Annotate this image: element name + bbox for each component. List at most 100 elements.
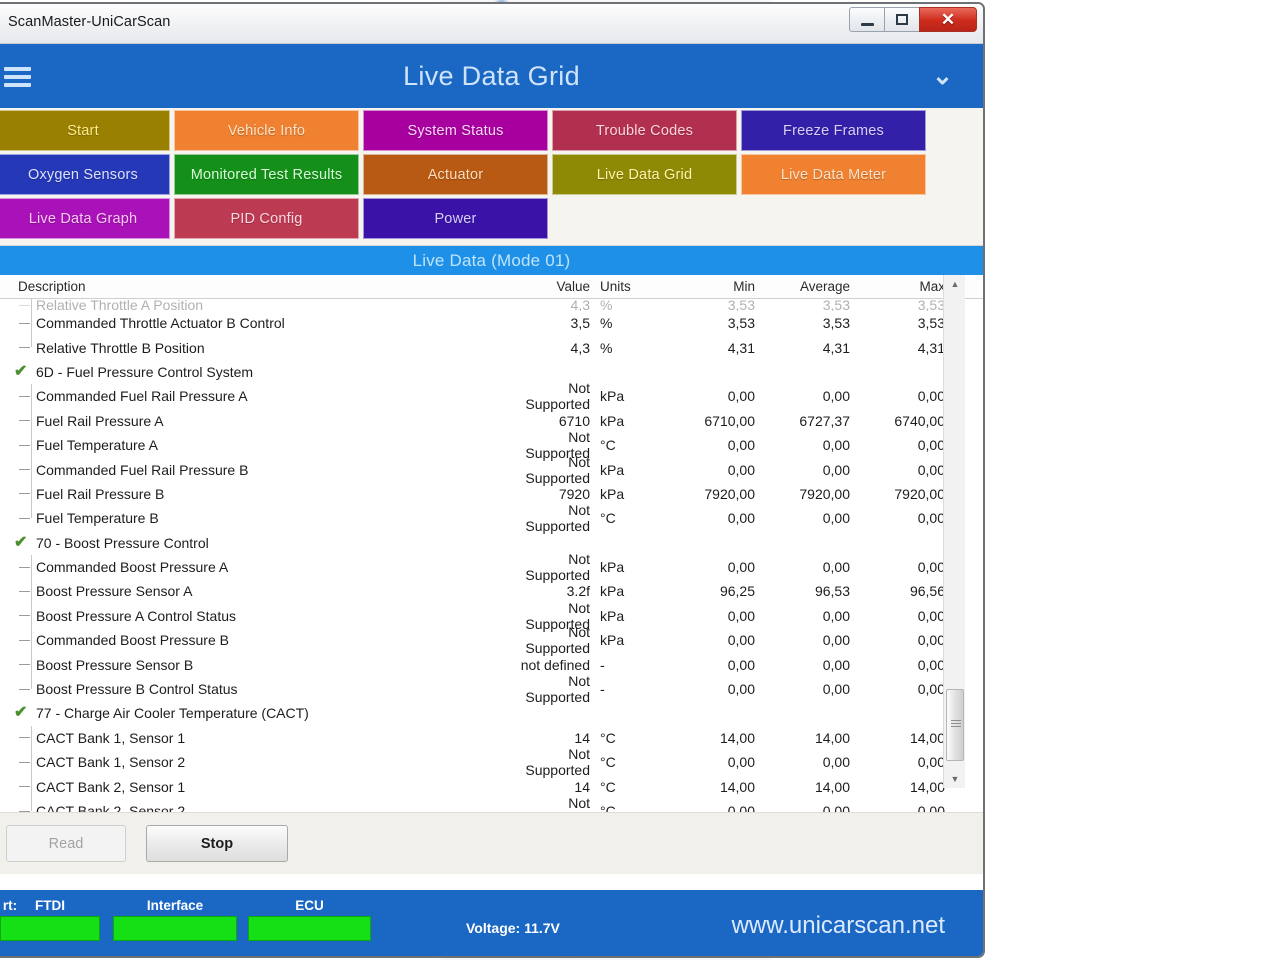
cell-units: % bbox=[600, 315, 613, 332]
chevron-down-icon[interactable]: ⌄ bbox=[932, 64, 953, 89]
stop-button[interactable]: Stop bbox=[146, 825, 288, 862]
status-ftdi-label: FTDI bbox=[35, 898, 65, 913]
grid-data-row[interactable]: Fuel Temperature B Not Supported °C 0,00 0,0… bbox=[0, 502, 983, 534]
cell-max: 0,00 bbox=[917, 437, 945, 454]
cell-min: 0,00 bbox=[727, 437, 755, 454]
column-header-value[interactable]: Value bbox=[500, 279, 590, 294]
group-expand-marker: ✔ bbox=[14, 362, 36, 380]
tree-connector bbox=[31, 299, 32, 347]
grid-group-row[interactable]: ✔ 6D - Fuel Pressure Control System bbox=[0, 360, 983, 384]
tree-branch-icon bbox=[19, 639, 30, 641]
nav-button-actuator[interactable]: Actuator bbox=[363, 154, 548, 195]
column-header-average[interactable]: Average bbox=[755, 279, 850, 294]
cell-average: 7920,00 bbox=[799, 485, 850, 502]
grid-data-row[interactable]: Commanded Throttle Actuator B Control 3,5… bbox=[0, 311, 983, 335]
cell-average: 0,00 bbox=[822, 607, 850, 624]
nav-button-system-status[interactable]: System Status bbox=[363, 110, 548, 151]
grid-data-row[interactable]: Relative Throttle B Position 4,3% 4,31 4,31… bbox=[0, 335, 983, 359]
grid-group-row[interactable]: ✔ 70 - Boost Pressure Control bbox=[0, 531, 983, 555]
grid-data-row[interactable]: Commanded Boost Pressure A Not Supported k… bbox=[0, 551, 983, 583]
cell-description: Fuel Temperature B bbox=[0, 510, 500, 526]
cell-units: kPa bbox=[600, 583, 625, 600]
pid-description: Fuel Rail Pressure A bbox=[36, 412, 164, 429]
close-button[interactable]: ✕ bbox=[919, 7, 977, 32]
grid-data-row[interactable]: Commanded Boost Pressure B Not Supported k… bbox=[0, 624, 983, 656]
cell-units: °C bbox=[600, 729, 616, 746]
column-header-units[interactable]: Units bbox=[590, 279, 660, 294]
pid-description: Commanded Fuel Rail Pressure B bbox=[36, 461, 249, 478]
grid-data-row[interactable]: CACT Bank 2, Sensor 1 14 °C 14,00 14,00 14,00 bbox=[0, 774, 983, 798]
cell-max: 0,00 bbox=[917, 559, 945, 576]
grid-data-row[interactable]: Boost Pressure Sensor B not defined - 0,00 0… bbox=[0, 652, 983, 676]
grid-data-row[interactable]: Commanded Fuel Rail Pressure B Not Suppor… bbox=[0, 454, 983, 486]
tree-branch-icon bbox=[19, 688, 30, 690]
nav-button-start[interactable]: Start bbox=[0, 110, 170, 151]
hamburger-icon[interactable] bbox=[4, 63, 32, 91]
scroll-down-icon[interactable]: ▼ bbox=[944, 770, 966, 788]
cell-min: 6710,00 bbox=[704, 412, 755, 429]
scrollbar-thumb[interactable] bbox=[946, 689, 964, 761]
maximize-button[interactable] bbox=[884, 7, 920, 32]
tree-marker bbox=[14, 761, 36, 763]
scroll-up-icon[interactable]: ▲ bbox=[944, 275, 966, 293]
check-icon: ✔ bbox=[14, 362, 28, 380]
nav-button-power[interactable]: Power bbox=[363, 198, 548, 239]
screen-root: ScanMaster-UniCarScan ✕ Live Data Grid ⌄ bbox=[0, 0, 1280, 960]
tree-marker bbox=[14, 493, 36, 495]
cell-average: 0,00 bbox=[822, 437, 850, 454]
grid-data-row[interactable]: Relative Throttle A Position 4,3% 3,53 3,53… bbox=[0, 299, 983, 311]
cell-units: °C bbox=[600, 778, 616, 795]
column-header-max[interactable]: Max bbox=[850, 279, 945, 294]
tree-branch-icon bbox=[19, 810, 30, 812]
nav-button-vehicle-info[interactable]: Vehicle Info bbox=[174, 110, 359, 151]
grid-data-row[interactable]: CACT Bank 2, Sensor 2 Not Supported °C 0,00… bbox=[0, 795, 983, 812]
group-expand-marker: ✔ bbox=[14, 534, 36, 551]
app-header: Live Data Grid ⌄ bbox=[0, 44, 983, 108]
status-interface: Interface bbox=[113, 898, 237, 941]
cell-units: °C bbox=[600, 437, 616, 454]
cell-units: kPa bbox=[600, 412, 625, 429]
grid-data-row[interactable]: Fuel Temperature A Not Supported °C 0,00 0,0… bbox=[0, 429, 983, 461]
vertical-scrollbar[interactable]: ▲ ▼ bbox=[943, 275, 965, 788]
website-link[interactable]: www.unicarscan.net bbox=[732, 912, 945, 940]
column-header-description[interactable]: Description bbox=[0, 279, 500, 294]
read-button[interactable]: Read bbox=[6, 825, 126, 862]
pid-description: Boost Pressure Sensor B bbox=[36, 656, 194, 673]
grid-data-row[interactable]: Boost Pressure B Control Status Not Suppo… bbox=[0, 673, 983, 705]
cell-units: % bbox=[600, 299, 613, 311]
minimize-button[interactable] bbox=[849, 7, 885, 32]
grid-group-row[interactable]: ✔ 77 - Charge Air Cooler Temperature (CAC… bbox=[0, 701, 983, 725]
tree-connector bbox=[31, 384, 32, 518]
nav-button-live-data-grid[interactable]: Live Data Grid bbox=[552, 154, 737, 195]
grid-data-row[interactable]: Fuel Rail Pressure A 6710 kPa 6710,00 6727,3… bbox=[0, 409, 983, 433]
nav-button-trouble-codes[interactable]: Trouble Codes bbox=[552, 110, 737, 151]
cell-units: kPa bbox=[600, 632, 625, 649]
grid-data-row[interactable]: Commanded Fuel Rail Pressure A Not Suppor… bbox=[0, 380, 983, 412]
cell-min: 0,00 bbox=[727, 681, 755, 698]
grid-data-row[interactable]: Boost Pressure A Control Status Not Suppo… bbox=[0, 600, 983, 632]
cell-description: Fuel Temperature A bbox=[0, 437, 500, 453]
live-data-grid: Description Value Units Min Average Max … bbox=[0, 275, 983, 812]
tree-branch-icon bbox=[19, 566, 30, 568]
nav-button-pid-config[interactable]: PID Config bbox=[174, 198, 359, 239]
grid-data-row[interactable]: Fuel Rail Pressure B 7920 kPa 7920,00 7920,0… bbox=[0, 482, 983, 506]
column-header-min[interactable]: Min bbox=[660, 279, 755, 294]
section-title: Live Data (Mode 01) bbox=[412, 250, 571, 270]
nav-row: Oxygen Sensors Monitored Test Results Actu… bbox=[0, 154, 983, 195]
cell-min: 4,31 bbox=[727, 339, 755, 356]
grid-data-row[interactable]: Boost Pressure Sensor A 3.2f kPa 96,25 96,53… bbox=[0, 579, 983, 603]
pid-description: CACT Bank 2, Sensor 2 bbox=[36, 803, 186, 812]
cell-value: Not Supported bbox=[525, 624, 590, 657]
pid-description: Commanded Boost Pressure B bbox=[36, 632, 229, 649]
nav-button-live-data-graph[interactable]: Live Data Graph bbox=[0, 198, 170, 239]
nav-button-monitored-test-results[interactable]: Monitored Test Results bbox=[174, 154, 359, 195]
cell-min: 0,00 bbox=[727, 461, 755, 478]
nav-button-live-data-meter[interactable]: Live Data Meter bbox=[741, 154, 926, 195]
cell-value: Not Supported bbox=[525, 795, 590, 812]
grid-data-row[interactable]: CACT Bank 1, Sensor 1 14 °C 14,00 14,00 14,00 bbox=[0, 726, 983, 750]
grid-data-row[interactable]: CACT Bank 1, Sensor 2 Not Supported °C 0,00… bbox=[0, 746, 983, 778]
nav-button-oxygen-sensors[interactable]: Oxygen Sensors bbox=[0, 154, 170, 195]
nav-button-freeze-frames[interactable]: Freeze Frames bbox=[741, 110, 926, 151]
cell-description: Commanded Boost Pressure B bbox=[0, 632, 500, 648]
cell-value: Not Supported bbox=[525, 380, 590, 413]
